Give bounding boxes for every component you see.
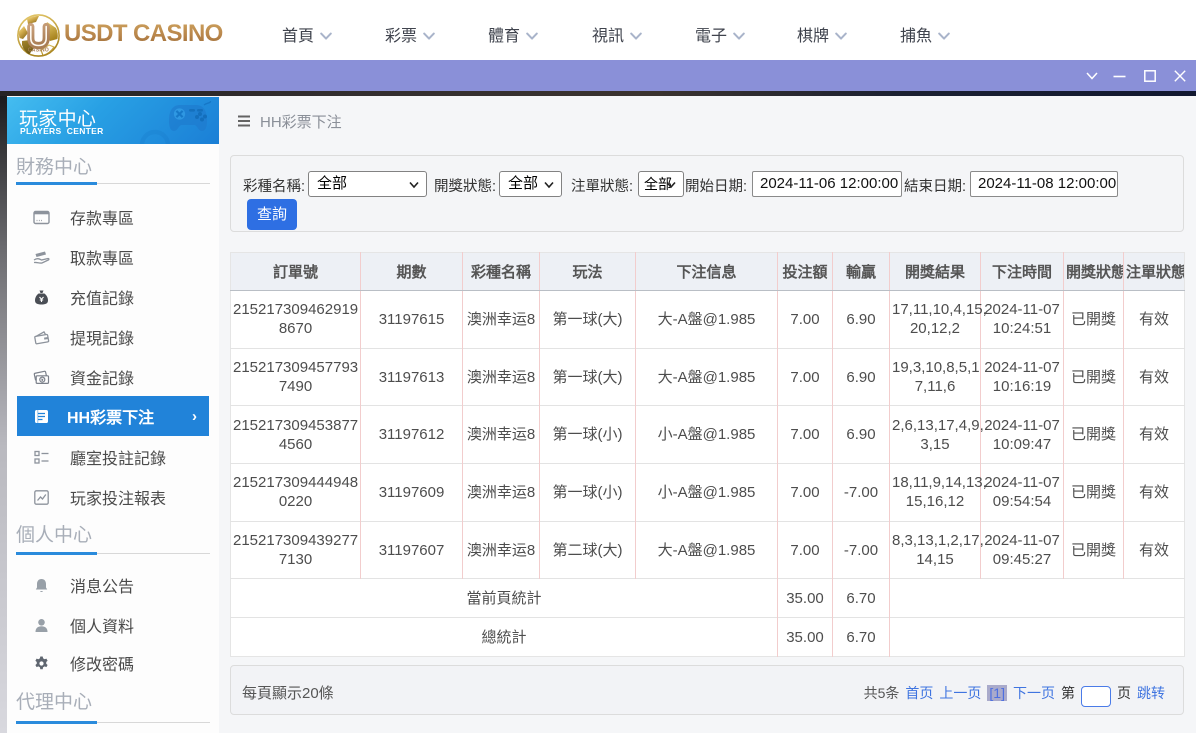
svg-text:CASINO: CASINO xyxy=(28,48,49,54)
